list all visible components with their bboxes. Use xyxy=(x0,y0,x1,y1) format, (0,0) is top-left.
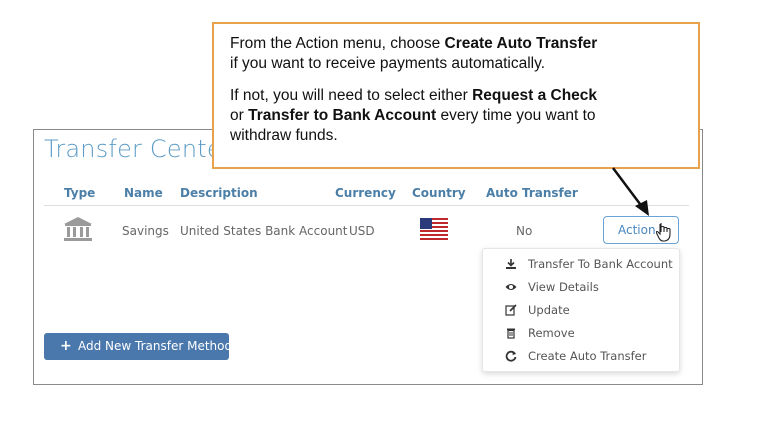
callout-text: From the Action menu, choose xyxy=(230,35,445,52)
menu-item-label: Transfer To Bank Account xyxy=(528,257,673,271)
menu-item-view-details[interactable]: View Details xyxy=(483,276,679,298)
menu-item-transfer-to-bank[interactable]: Transfer To Bank Account xyxy=(483,253,679,275)
menu-item-update[interactable]: Update xyxy=(483,299,679,321)
menu-item-create-auto-transfer[interactable]: Create Auto Transfer xyxy=(483,345,679,367)
us-flag-icon xyxy=(420,218,448,240)
page-title: Transfer Center xyxy=(44,135,232,163)
edit-icon xyxy=(505,304,517,316)
pointer-arrow xyxy=(612,167,649,216)
column-header-name: Name xyxy=(124,186,163,200)
menu-item-label: Create Auto Transfer xyxy=(528,349,647,363)
column-header-currency: Currency xyxy=(335,186,396,200)
row-currency: USD xyxy=(349,224,375,238)
row-auto-transfer: No xyxy=(516,224,533,238)
eye-icon xyxy=(505,284,517,290)
action-dropdown-menu: Transfer To Bank Account View Details Up… xyxy=(482,248,680,372)
instruction-callout: From the Action menu, choose Create Auto… xyxy=(212,22,700,169)
add-button-label: Add New Transfer Method xyxy=(78,339,233,353)
callout-text: every time you want to xyxy=(436,107,596,124)
callout-text: if you want to receive payments automati… xyxy=(230,55,546,72)
column-header-auto-transfer: Auto Transfer xyxy=(486,186,578,200)
hand-cursor-icon xyxy=(656,223,671,242)
callout-emphasis: Transfer to Bank Account xyxy=(248,107,437,124)
row-name: Savings xyxy=(122,224,169,238)
add-new-transfer-method-button[interactable]: + Add New Transfer Method xyxy=(44,333,233,360)
callout-emphasis: Request a Check xyxy=(472,87,598,104)
menu-item-label: Update xyxy=(528,303,570,317)
menu-item-label: Remove xyxy=(528,326,575,340)
bank-icon xyxy=(64,217,92,241)
callout-paragraph-1: From the Action menu, choose Create Auto… xyxy=(230,34,698,74)
column-header-description: Description xyxy=(180,186,258,200)
table-header-divider xyxy=(44,205,689,206)
callout-paragraph-2: If not, you will need to select either R… xyxy=(230,86,698,146)
download-icon xyxy=(506,259,516,269)
callout-text: If not, you will need to select either xyxy=(230,87,473,104)
callout-text: or xyxy=(230,107,249,124)
column-header-country: Country xyxy=(412,186,466,200)
plus-icon: + xyxy=(60,338,72,354)
row-description: United States Bank Account xyxy=(180,224,348,238)
callout-emphasis: Create Auto Transfer xyxy=(444,35,598,52)
trash-icon xyxy=(507,328,515,339)
column-header-type: Type xyxy=(64,186,96,200)
menu-item-label: View Details xyxy=(528,280,599,294)
refresh-icon xyxy=(505,350,517,362)
menu-item-remove[interactable]: Remove xyxy=(483,322,679,344)
callout-text: withdraw funds. xyxy=(230,127,338,144)
